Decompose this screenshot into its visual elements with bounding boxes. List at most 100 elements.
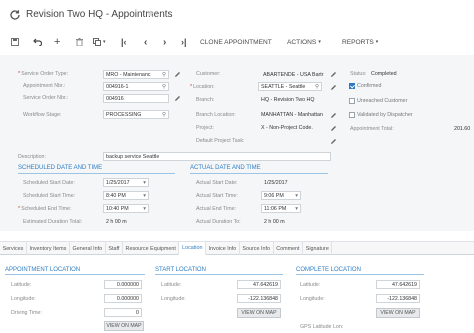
edit-pencil-icon[interactable] [330,71,337,78]
service-order-type-label: Service Order Type: [18,71,68,77]
confirmed-checkbox[interactable] [349,83,355,89]
copy-paste-icon[interactable]: ▾ [93,35,106,49]
tab-bar: Services Inventory Items General Info Staff… [0,241,474,255]
start-view-on-map-button[interactable]: VIEW ON MAP [237,308,281,318]
complete-latitude-input[interactable]: 47.642619 [376,280,420,289]
scheduled-start-time-label: Scheduled Start Time: [23,193,76,199]
tab-location[interactable]: Location [179,242,207,255]
service-order-type-value: MRO - Maintenanc [106,71,151,78]
complete-view-on-map-button[interactable]: VIEW ON MAP [376,308,420,318]
add-icon[interactable]: + [54,35,60,49]
appointment-latitude-value: 0.000000 [116,281,139,288]
edit-pencil-icon[interactable] [174,95,181,102]
appointment-longitude-input[interactable]: 0.000000 [104,294,142,303]
chevron-down-icon[interactable]: ▾ [143,193,146,199]
start-latitude-input[interactable]: 47.642619 [237,280,281,289]
actual-start-time-picker[interactable]: 9:06 PM ▾ [261,191,301,200]
description-input[interactable]: backup service Seattle [103,152,331,161]
tab-resource-equipment[interactable]: Resource Equipment [123,242,180,255]
chevron-down-icon[interactable]: ▾ [143,180,146,186]
search-icon[interactable]: ⚲ [162,72,166,78]
edit-pencil-icon[interactable] [330,84,337,91]
actual-end-time-picker[interactable]: 11:06 PM ▾ [261,204,301,213]
tab-general-info[interactable]: General Info [70,242,106,255]
complete-latitude-label: Latitude: [300,282,321,288]
tab-services[interactable]: Services [0,242,27,255]
appointment-view-on-map-button[interactable]: VIEW ON MAP [104,321,144,331]
scheduled-start-date-picker[interactable]: 1/25/2017 ▾ [103,178,149,187]
start-longitude-value: -122.136848 [248,295,278,302]
undo-icon[interactable] [33,35,42,49]
edit-pencil-icon[interactable] [330,112,337,119]
gps-latitude-label: GPS Latitude Lon: [300,324,344,330]
chevron-down-icon[interactable]: ▾ [295,206,298,212]
scheduled-end-time-picker[interactable]: 10:40 PM ▾ [103,204,149,213]
start-longitude-input[interactable]: -122.136848 [237,294,281,303]
driving-time-input[interactable]: 0 [104,308,142,317]
delete-icon[interactable] [76,35,83,49]
project-value[interactable]: X - Non-Project Code. [261,125,313,131]
description-value: backup service Seattle [106,153,160,160]
appointment-longitude-label: Longitude: [11,296,36,302]
complete-longitude-label: Longitude: [300,296,325,302]
actual-end-time-value: 11:06 PM [264,205,287,212]
tab-signature[interactable]: Signature [303,242,333,255]
clone-appointment-button[interactable]: CLONE APPOINTMENT [200,35,272,49]
validated-by-dispatcher-checkbox[interactable] [349,112,355,118]
search-icon[interactable]: ⚲ [162,112,166,118]
edit-pencil-icon[interactable] [330,125,337,132]
scheduled-start-date-label: Scheduled Start Date: [23,180,75,186]
customer-selector[interactable]: ABARTENDE - USA Bartr [260,70,326,79]
scheduled-end-time-value: 10:40 PM [106,205,129,212]
chevron-down-icon[interactable]: ▾ [143,206,146,212]
previous-record-icon[interactable]: ‹ [144,35,147,49]
next-record-icon[interactable]: › [163,35,166,49]
save-icon[interactable] [11,35,19,49]
complete-longitude-input[interactable]: -122.136848 [376,294,420,303]
search-icon[interactable]: ⚲ [162,84,166,90]
appointment-nbr-value: 004916-1 [106,83,129,90]
location-value: SEATTLE - Seattle [261,83,306,90]
appointment-nbr-selector[interactable]: 004916-1 ⚲ [103,82,169,91]
tab-staff[interactable]: Staff [106,242,123,255]
favorite-star-icon[interactable]: ★ [146,9,155,20]
first-record-icon[interactable]: |‹ [121,35,127,49]
search-icon[interactable]: ⚲ [315,84,319,90]
chevron-down-icon[interactable]: ▾ [295,193,298,199]
workflow-stage-selector[interactable]: PROCESSING ⚲ [103,110,169,119]
last-record-icon[interactable]: ›| [181,35,187,49]
start-location-title: START LOCATION [155,267,206,273]
chevron-down-icon: ▾ [318,39,321,45]
unreached-customer-checkbox[interactable] [349,98,355,104]
scheduled-start-date-value: 1/25/2017 [106,179,130,186]
service-order-type-selector[interactable]: MRO - Maintenanc ⚲ [103,70,169,79]
appointment-total-label: Appointment Total: [350,126,394,132]
tab-invoice-info[interactable]: Invoice Info [206,242,240,255]
tab-comment[interactable]: Comment [274,242,304,255]
actions-menu[interactable]: ACTIONS ▾ [287,35,321,49]
branch-label: Branch: [196,97,215,103]
scheduled-start-time-picker[interactable]: 8:40 PM ▾ [103,191,149,200]
refresh-icon[interactable] [9,9,21,21]
customer-label: Customer: [196,71,221,77]
reports-menu[interactable]: REPORTS ▾ [342,35,378,49]
location-selector[interactable]: SEATTLE - Seattle ⚲ [258,82,322,91]
branch-value: HQ - Revision Two HQ [261,97,315,103]
complete-longitude-value: -122.136848 [387,295,417,302]
complete-latitude-value: 47.642619 [391,281,417,288]
edit-pencil-icon[interactable] [174,71,181,78]
driving-time-label: Driving Time: [11,310,42,316]
actual-start-date-value[interactable]: 1/25/2017 [264,180,288,186]
section-divider [190,173,328,174]
customer-value: ABARTENDE - USA Bartr [263,71,324,78]
branch-location-value[interactable]: MANHATTAN - Manhattan [261,112,323,118]
tab-source-info[interactable]: Source Info [240,242,274,255]
actual-end-time-label: Actual End Time: [196,206,237,212]
service-order-nbr-field[interactable]: 004916 [103,94,169,103]
actual-start-time-value: 9:06 PM [264,192,284,199]
service-order-nbr-label: Service Order Nbr.: [23,95,69,101]
appointment-latitude-input[interactable]: 0.000000 [104,280,142,289]
appointment-nbr-label: Appointment Nbr.: [23,83,66,89]
edit-pencil-icon[interactable] [330,138,337,145]
tab-inventory-items[interactable]: Inventory Items [27,242,70,255]
